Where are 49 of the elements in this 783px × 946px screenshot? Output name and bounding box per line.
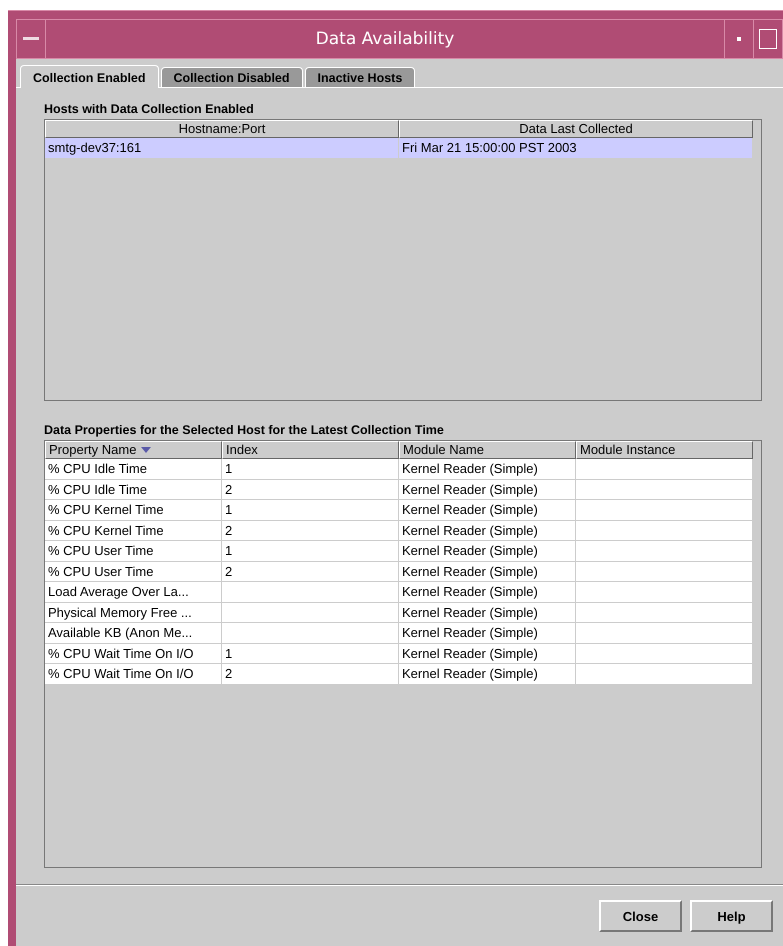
table-cell: Load Average Over La... (45, 582, 222, 602)
table-cell: smtg-dev37:161 (45, 138, 399, 158)
table-cell: Kernel Reader (Simple) (399, 582, 576, 602)
table-cell: % CPU User Time (45, 562, 222, 582)
maximize-icon (759, 29, 777, 49)
tab[interactable]: Collection Disabled (160, 67, 303, 87)
window-title: Data Availability (314, 28, 456, 51)
dialog-button[interactable]: Close (599, 900, 682, 932)
table-cell: Kernel Reader (Simple) (399, 664, 576, 684)
table-cell: % CPU Wait Time On I/O (45, 664, 222, 684)
table-cell: % CPU User Time (45, 541, 222, 562)
table-cell: Fri Mar 21 15:00:00 PST 2003 (399, 138, 753, 158)
column-header[interactable]: Index (222, 441, 399, 459)
tab[interactable]: Collection Enabled (20, 65, 159, 88)
table-cell: % CPU Idle Time (45, 459, 222, 480)
table-cell: 2 (222, 664, 399, 684)
column-header[interactable]: Property Name (45, 441, 222, 459)
table-cell: 2 (222, 520, 399, 541)
table-cell: % CPU Kernel Time (45, 500, 222, 520)
table-cell: Kernel Reader (Simple) (399, 623, 576, 644)
table-cell: Kernel Reader (Simple) (399, 459, 576, 480)
menu-bar-icon (23, 37, 39, 41)
table-cell: % CPU Wait Time On I/O (45, 644, 222, 664)
table-cell: % CPU Idle Time (45, 480, 222, 500)
section-title: Data Properties for the Selected Host for the Latest Collection Time (44, 423, 445, 437)
table-cell: Kernel Reader (Simple) (399, 500, 576, 520)
section-title: Hosts with Data Collection Enabled (44, 102, 255, 116)
column-header[interactable]: Hostname:Port (45, 120, 399, 138)
table-cell: 2 (222, 480, 399, 500)
table-cell: 1 (222, 500, 399, 520)
dialog-button[interactable]: Help (690, 900, 773, 932)
table-cell: % CPU Kernel Time (45, 520, 222, 541)
table-cell: Kernel Reader (Simple) (399, 562, 576, 582)
table-cell: Available KB (Anon Me... (45, 623, 222, 644)
minimize-icon (737, 37, 741, 41)
table-cell: Kernel Reader (Simple) (399, 480, 576, 500)
table-cell: Physical Memory Free ... (45, 602, 222, 623)
column-header[interactable]: Module Name (399, 441, 576, 459)
column-header[interactable]: Data Last Collected (399, 120, 753, 138)
table-cell: 1 (222, 459, 399, 480)
tab[interactable]: Inactive Hosts (304, 67, 416, 87)
table-cell: 1 (222, 541, 399, 562)
table-cell: Kernel Reader (Simple) (399, 644, 576, 664)
column-header[interactable]: Module Instance (576, 441, 753, 459)
table-cell: Kernel Reader (Simple) (399, 520, 576, 541)
table-cell: 2 (222, 562, 399, 582)
table-cell: 1 (222, 644, 399, 664)
table-cell: Kernel Reader (Simple) (399, 541, 576, 562)
table-cell: Kernel Reader (Simple) (399, 602, 576, 623)
